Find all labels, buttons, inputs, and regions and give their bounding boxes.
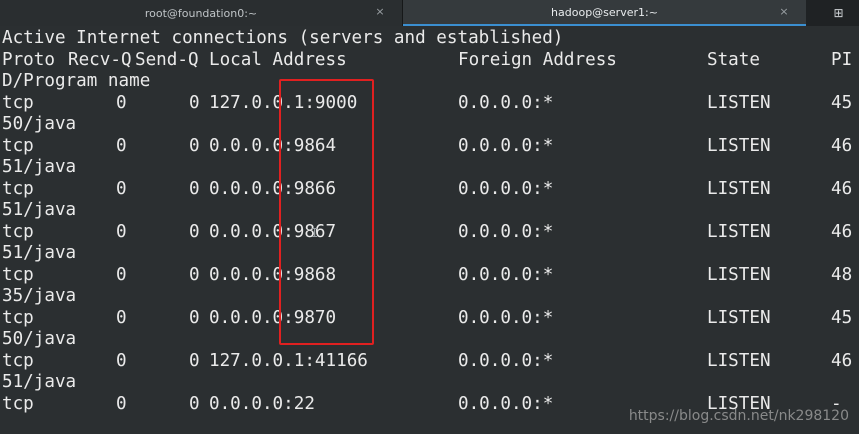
table-row-wrap: 50/java xyxy=(2,329,77,349)
close-icon[interactable]: × xyxy=(374,6,386,18)
cell-recvq: 0 xyxy=(116,350,127,371)
close-icon[interactable]: × xyxy=(778,6,790,18)
tab-spacer xyxy=(806,0,818,26)
col-pid-head: PI xyxy=(831,49,853,70)
cell-recvq: 0 xyxy=(116,393,127,414)
cell-recvq: 0 xyxy=(116,92,127,113)
watermark: https://blog.csdn.net/nk298120 xyxy=(628,408,849,424)
cell-sendq: 0 xyxy=(189,92,200,113)
table-row: tcp 0 0 0.0.0.0:9868 0.0.0.0:* LISTEN 48 xyxy=(2,265,858,287)
table-row: tcp 0 0 0.0.0.0:9864 0.0.0.0:* LISTEN 46 xyxy=(2,136,858,158)
cell-recvq: 0 xyxy=(116,264,127,285)
cell-foreign-address: 0.0.0.0:* xyxy=(458,135,554,156)
cell-sendq: 0 xyxy=(189,307,200,328)
tab-hadoop-server1[interactable]: hadoop@server1:~ × xyxy=(403,0,806,26)
table-row-wrap: 51/java xyxy=(2,372,77,392)
table-row: tcp 0 0 0.0.0.0:9866 0.0.0.0:* LISTEN 46 xyxy=(2,179,858,201)
col-recvq: Recv-Q xyxy=(68,49,132,70)
text-cursor-icon: I xyxy=(311,226,319,240)
cell-foreign-address: 0.0.0.0:* xyxy=(458,221,554,242)
cell-recvq: 0 xyxy=(116,307,127,328)
cell-foreign-address: 0.0.0.0:* xyxy=(458,178,554,199)
tab-root-foundation0[interactable]: root@foundation0:~ × xyxy=(0,0,403,26)
cell-proto: tcp xyxy=(2,307,34,328)
tab-bar: root@foundation0:~ × hadoop@server1:~ × … xyxy=(0,0,859,26)
cell-foreign-address: 0.0.0.0:* xyxy=(458,307,554,328)
col-foreign-address: Foreign Address xyxy=(458,49,617,70)
column-headers-wrap: D/Program name xyxy=(2,71,151,91)
cell-local-address: 0.0.0.0:22 xyxy=(209,393,315,414)
cell-local-address: 127.0.0.1:41166 xyxy=(209,350,368,371)
cell-state: LISTEN xyxy=(707,178,771,199)
cell-proto: tcp xyxy=(2,178,34,199)
cell-state: LISTEN xyxy=(707,221,771,242)
cell-local-address: 0.0.0.0:9870 xyxy=(209,307,337,328)
cell-pid-head: 46 xyxy=(831,135,853,156)
cell-pid-head: 46 xyxy=(831,221,853,242)
table-row-wrap: 50/java xyxy=(2,114,77,134)
tab-title: root@foundation0:~ xyxy=(144,6,258,20)
cell-proto: tcp xyxy=(2,135,34,156)
table-row: tcp 0 0 127.0.0.1:9000 0.0.0.0:* LISTEN 45 xyxy=(2,93,858,115)
table-row: tcp 0 0 127.0.0.1:41166 0.0.0.0:* LISTEN 46 xyxy=(2,351,858,373)
table-row-wrap: 35/java xyxy=(2,286,77,306)
cell-recvq: 0 xyxy=(116,221,127,242)
cell-recvq: 0 xyxy=(116,135,127,156)
cell-sendq: 0 xyxy=(189,264,200,285)
cell-proto: tcp xyxy=(2,92,34,113)
cell-pid-head: 46 xyxy=(831,178,853,199)
cell-pid-head: 46 xyxy=(831,350,853,371)
table-row: tcp 0 0 0.0.0.0:9870 0.0.0.0:* LISTEN 45 xyxy=(2,308,858,330)
cell-foreign-address: 0.0.0.0:* xyxy=(458,350,554,371)
cell-state: LISTEN xyxy=(707,307,771,328)
table-row-wrap: 51/java xyxy=(2,200,77,220)
column-headers: Proto Recv-Q Send-Q Local Address Foreig… xyxy=(2,50,858,72)
cell-pid-head: 48 xyxy=(831,264,853,285)
cell-proto: tcp xyxy=(2,221,34,242)
cell-foreign-address: 0.0.0.0:* xyxy=(458,264,554,285)
cell-local-address: 0.0.0.0:9866 xyxy=(209,178,337,199)
cell-pid-head: 45 xyxy=(831,307,853,328)
cell-pid-head: 45 xyxy=(831,92,853,113)
netstat-heading: Active Internet connections (servers and… xyxy=(2,28,564,48)
cell-foreign-address: 0.0.0.0:* xyxy=(458,92,554,113)
cell-local-address: 0.0.0.0:9864 xyxy=(209,135,337,156)
cell-state: LISTEN xyxy=(707,135,771,156)
terminal-output[interactable]: Active Internet connections (servers and… xyxy=(2,28,858,434)
terminal-window: root@foundation0:~ × hadoop@server1:~ × … xyxy=(0,0,859,434)
cell-state: LISTEN xyxy=(707,264,771,285)
table-row-wrap: 51/java xyxy=(2,243,77,263)
cell-recvq: 0 xyxy=(116,178,127,199)
col-state: State xyxy=(707,49,760,70)
col-proto: Proto xyxy=(2,49,55,70)
cell-sendq: 0 xyxy=(189,178,200,199)
cell-sendq: 0 xyxy=(189,221,200,242)
col-local-address: Local Address xyxy=(209,49,347,70)
cell-local-address: 127.0.0.1:9000 xyxy=(209,92,358,113)
cell-proto: tcp xyxy=(2,264,34,285)
new-tab-icon[interactable]: ⊞ xyxy=(818,0,859,26)
table-row-wrap: 51/java xyxy=(2,157,77,177)
cell-state: LISTEN xyxy=(707,350,771,371)
cell-sendq: 0 xyxy=(189,393,200,414)
tab-title: hadoop@server1:~ xyxy=(551,5,658,19)
cell-sendq: 0 xyxy=(189,135,200,156)
cell-proto: tcp xyxy=(2,350,34,371)
table-row: tcp 0 0 0.0.0.0:9867 0.0.0.0:* LISTEN 46 xyxy=(2,222,858,244)
cell-proto: tcp xyxy=(2,393,34,414)
cell-sendq: 0 xyxy=(189,350,200,371)
cell-state: LISTEN xyxy=(707,92,771,113)
cell-local-address: 0.0.0.0:9868 xyxy=(209,264,337,285)
cell-foreign-address: 0.0.0.0:* xyxy=(458,393,554,414)
col-sendq: Send-Q xyxy=(135,49,199,70)
connection-rows: tcp 0 0 127.0.0.1:9000 0.0.0.0:* LISTEN 45 50/j… xyxy=(2,93,858,416)
